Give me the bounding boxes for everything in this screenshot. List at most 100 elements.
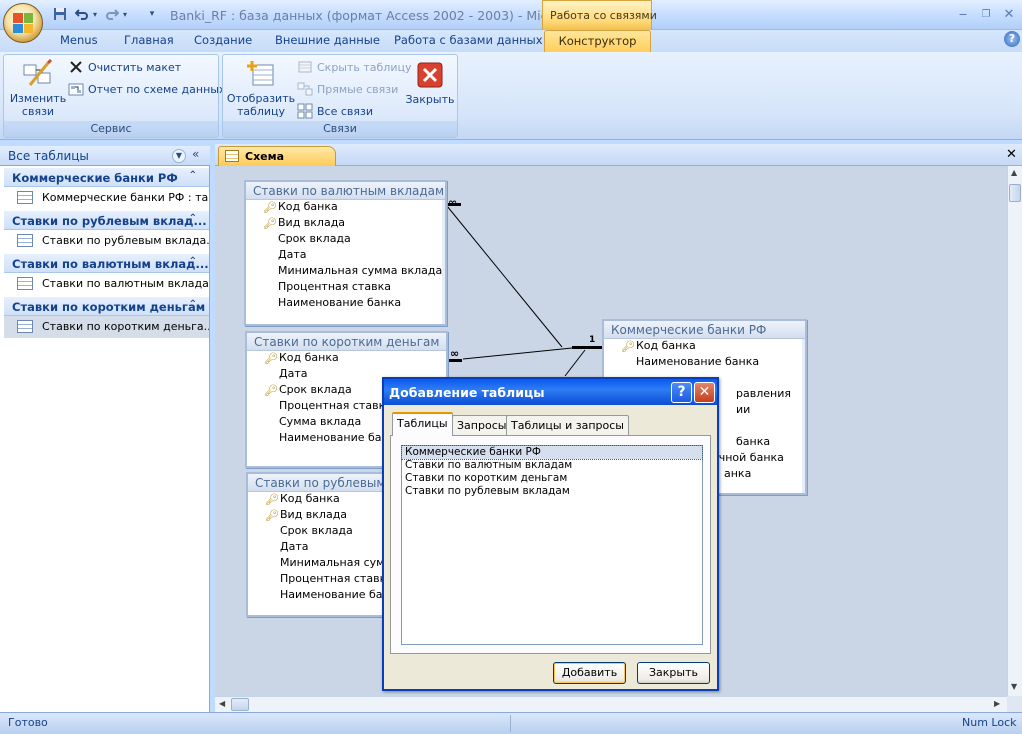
nav-header[interactable]: Все таблицы ▼ « bbox=[0, 146, 210, 166]
undo-dropdown-icon[interactable]: ▾ bbox=[90, 6, 100, 22]
hide-table-button[interactable]: Скрыть таблицу bbox=[297, 58, 412, 76]
field-row[interactable]: Процентная ставка bbox=[246, 280, 445, 296]
scroll-left-icon[interactable]: ◀ bbox=[219, 699, 225, 708]
field-row[interactable]: Наименование банка bbox=[246, 296, 445, 312]
dialog-close-button[interactable]: ✕ bbox=[694, 382, 715, 403]
field-row[interactable]: 🔑︎ Вид вклада bbox=[246, 216, 445, 232]
dialog-tab-tables[interactable]: Таблицы bbox=[392, 412, 453, 436]
list-item[interactable]: Ставки по валютным вкладам bbox=[402, 459, 702, 472]
scroll-right-icon[interactable]: ▶ bbox=[994, 699, 1000, 708]
tab-relationships[interactable]: Схема данных bbox=[218, 146, 336, 176]
nav-group-title: Коммерческие банки РФ bbox=[12, 171, 178, 185]
scroll-down-icon[interactable]: ▼ bbox=[1011, 682, 1017, 691]
relation-line-currency[interactable] bbox=[446, 205, 563, 348]
restore-button[interactable]: ❐ bbox=[976, 5, 996, 23]
one-end-marker bbox=[572, 346, 602, 349]
clear-layout-button[interactable]: Очистить макет bbox=[68, 58, 181, 76]
field-label: банка bbox=[736, 435, 771, 448]
direct-relations-label: Прямые связи bbox=[317, 82, 399, 96]
table-title[interactable]: Ставки по коротким деньгам bbox=[247, 333, 446, 351]
close-doc-icon[interactable]: ✕ bbox=[1006, 147, 1017, 162]
scroll-up-icon[interactable]: ▲ bbox=[1011, 168, 1017, 177]
field-label: Срок вклада bbox=[279, 383, 352, 396]
edit-relations-button[interactable]: Изменить связи bbox=[8, 58, 68, 118]
vertical-scrollbar[interactable]: ▲ ▼ bbox=[1007, 166, 1022, 696]
field-row[interactable]: 🔑︎ Код банка bbox=[604, 339, 805, 355]
nav-group-title: Ставки по коротким деньгам bbox=[12, 300, 206, 314]
customize-qat-icon[interactable]: ▾ bbox=[147, 6, 157, 22]
office-button[interactable] bbox=[3, 3, 43, 43]
document-tab-bar bbox=[215, 144, 1022, 166]
close-window-button[interactable]: ✕ bbox=[999, 5, 1019, 23]
nav-group-ruble[interactable]: Ставки по рублевым вклад... ⌃ bbox=[4, 211, 209, 230]
nav-item-ruble-table[interactable]: Ставки по рублевым вклада... bbox=[4, 230, 209, 252]
hscroll-thumb[interactable] bbox=[231, 698, 249, 711]
list-item[interactable]: Ставки по рублевым вкладам bbox=[402, 485, 702, 498]
field-row[interactable]: Минимальная сумма вклада bbox=[246, 264, 445, 280]
tab-menus[interactable]: Menus bbox=[60, 33, 98, 52]
direct-relations-button[interactable]: Прямые связи bbox=[297, 80, 398, 98]
close-relations-button[interactable]: Закрыть bbox=[403, 59, 457, 106]
table-currency[interactable]: Ставки по валютным вкладам 🔑︎ Код банка 🔑… bbox=[244, 180, 447, 326]
key-icon: 🔑︎ bbox=[265, 493, 279, 506]
minimize-button[interactable]: ‒ bbox=[953, 5, 973, 23]
help-icon[interactable]: ? bbox=[1004, 31, 1020, 47]
redo-icon[interactable] bbox=[104, 6, 120, 22]
tab-database-tools[interactable]: Работа с базами данных bbox=[394, 33, 543, 52]
table-list[interactable]: Коммерческие банки РФ Ставки по валютным… bbox=[401, 445, 703, 645]
dialog-tab-tables-queries[interactable]: Таблицы и запросы bbox=[506, 415, 629, 435]
table-title[interactable]: Ставки по валютным вкладам bbox=[246, 182, 445, 200]
field-label: Вид вклада bbox=[278, 216, 346, 229]
undo-icon[interactable] bbox=[74, 6, 90, 22]
dialog-title-bar[interactable]: Добавление таблицы bbox=[384, 379, 717, 405]
chevron-up-icon: ⌃ bbox=[188, 256, 197, 267]
field-row[interactable]: Срок вклада bbox=[246, 232, 445, 248]
relations-report-button[interactable]: Отчет по схеме данных bbox=[68, 80, 225, 98]
tab-design[interactable]: Конструктор bbox=[544, 30, 651, 53]
list-item[interactable]: Ставки по коротким деньгам bbox=[402, 472, 702, 485]
all-relations-button[interactable]: Все связи bbox=[297, 102, 373, 120]
nav-dropdown-icon[interactable]: ▼ bbox=[172, 149, 186, 163]
dialog-help-button[interactable]: ? bbox=[671, 382, 692, 403]
context-group-label: Работа со связями bbox=[550, 9, 657, 22]
horizontal-scrollbar[interactable]: ◀ ▶ bbox=[215, 696, 1007, 712]
clear-layout-label: Очистить макет bbox=[88, 60, 182, 74]
field-label: Минимальная сумма вклада bbox=[278, 264, 443, 277]
chevron-up-icon: ⌃ bbox=[188, 299, 197, 310]
table-scrollbar[interactable] bbox=[802, 339, 805, 493]
field-row[interactable]: Наименование банка bbox=[604, 355, 805, 371]
tab-create[interactable]: Создание bbox=[194, 33, 252, 52]
tab-external-data[interactable]: Внешние данные bbox=[275, 33, 380, 52]
show-table-button[interactable]: Отобразить таблицу bbox=[226, 59, 296, 118]
save-icon[interactable] bbox=[52, 6, 68, 22]
tab-home[interactable]: Главная bbox=[124, 33, 174, 52]
nav-collapse-icon[interactable]: « bbox=[192, 147, 199, 161]
scroll-thumb[interactable] bbox=[1009, 184, 1021, 202]
relation-line-ruble[interactable] bbox=[564, 349, 586, 377]
nav-item-short-table[interactable]: Ставки по коротким деньга... bbox=[4, 316, 209, 338]
table-scrollbar[interactable] bbox=[442, 200, 445, 324]
field-row[interactable]: 🔑︎ Код банка bbox=[246, 200, 445, 216]
list-item[interactable]: Коммерческие банки РФ bbox=[401, 445, 703, 460]
nav-group-banks[interactable]: Коммерческие банки РФ ⌃ bbox=[4, 168, 209, 187]
nav-item-currency-table[interactable]: Ставки по валютным вклада... bbox=[4, 273, 209, 295]
dialog-tab-queries[interactable]: Запросы bbox=[452, 415, 512, 435]
nav-group-short[interactable]: Ставки по коротким деньгам ⌃ bbox=[4, 297, 209, 316]
dialog-close-text-button[interactable]: Закрыть bbox=[637, 662, 710, 684]
redo-dropdown-icon[interactable]: ▾ bbox=[120, 6, 130, 22]
many-symbol: ∞ bbox=[448, 196, 458, 209]
field-label: Сумма вклада bbox=[279, 415, 362, 428]
relationships-icon bbox=[225, 150, 239, 162]
add-button[interactable]: Добавить bbox=[553, 662, 626, 684]
nav-item-label: Ставки по валютным вклада... bbox=[42, 277, 209, 290]
field-label: Срок вклада bbox=[280, 524, 353, 537]
relation-line-short[interactable] bbox=[462, 347, 573, 360]
close-red-icon bbox=[417, 62, 443, 88]
nav-group-currency[interactable]: Ставки по валютным вклад... ⌃ bbox=[4, 254, 209, 273]
table-title[interactable]: Коммерческие банки РФ bbox=[604, 321, 805, 339]
relations-report-label: Отчет по схеме данных bbox=[88, 82, 226, 96]
key-icon: 🔑︎ bbox=[263, 201, 277, 214]
nav-item-banks-table[interactable]: Коммерческие банки РФ : та... bbox=[4, 187, 209, 209]
field-row[interactable]: 🔑︎ Код банка bbox=[247, 351, 446, 367]
field-row[interactable]: Дата bbox=[246, 248, 445, 264]
